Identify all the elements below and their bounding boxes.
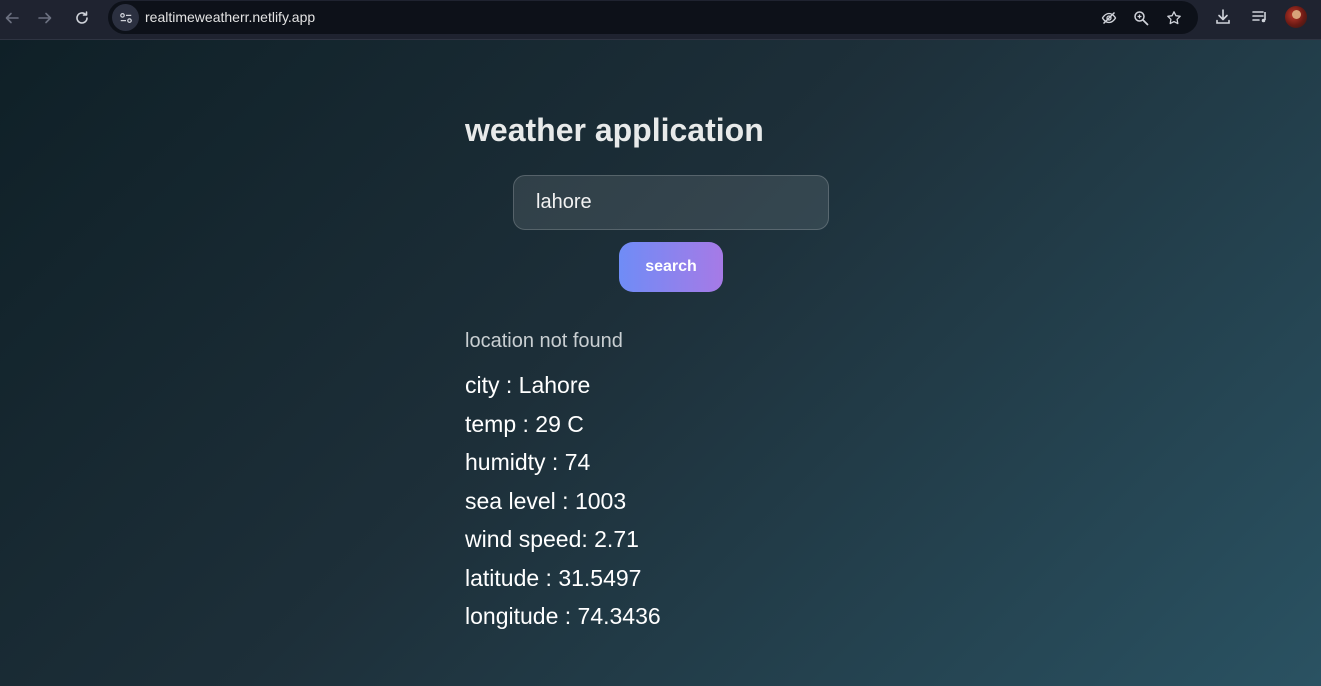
download-icon[interactable] <box>1211 5 1235 29</box>
latitude-detail: latitude : 31.5497 <box>465 564 642 591</box>
longitude-detail: longitude : 74.3436 <box>465 603 661 629</box>
star-icon[interactable] <box>1163 7 1185 29</box>
avatar[interactable] <box>1285 6 1307 28</box>
city-detail: city : Lahore <box>465 372 591 398</box>
temperature-detail: temp : 29 C <box>465 410 584 437</box>
reload-icon[interactable] <box>70 6 94 30</box>
forward-arrow-icon[interactable] <box>33 6 57 30</box>
url-text[interactable]: realtimeweatherr.netlify.app <box>145 9 315 26</box>
page-body: weather application search location not … <box>0 40 1321 686</box>
page-title: weather application <box>465 112 764 148</box>
browser-toolbar: realtimeweatherr.netlify.app <box>0 0 1321 40</box>
sea-level-detail: sea level : 1003 <box>465 487 627 514</box>
city-search-input[interactable] <box>513 175 829 230</box>
status-message: location not found <box>465 330 623 352</box>
weather-details: city : Lahore temp : 29 C humidty : 74 s… <box>465 371 661 641</box>
address-bar[interactable]: realtimeweatherr.netlify.app <box>108 1 1198 34</box>
back-arrow-icon[interactable] <box>0 6 24 30</box>
humidity-detail: humidty : 74 <box>465 449 591 475</box>
eye-off-icon[interactable] <box>1098 7 1120 29</box>
zoom-icon[interactable] <box>1130 7 1152 29</box>
playlist-icon[interactable] <box>1248 5 1272 29</box>
search-button[interactable]: search <box>619 242 723 292</box>
site-settings-icon[interactable] <box>112 4 139 31</box>
wind-speed-detail: wind speed: 2.71 <box>465 526 639 552</box>
